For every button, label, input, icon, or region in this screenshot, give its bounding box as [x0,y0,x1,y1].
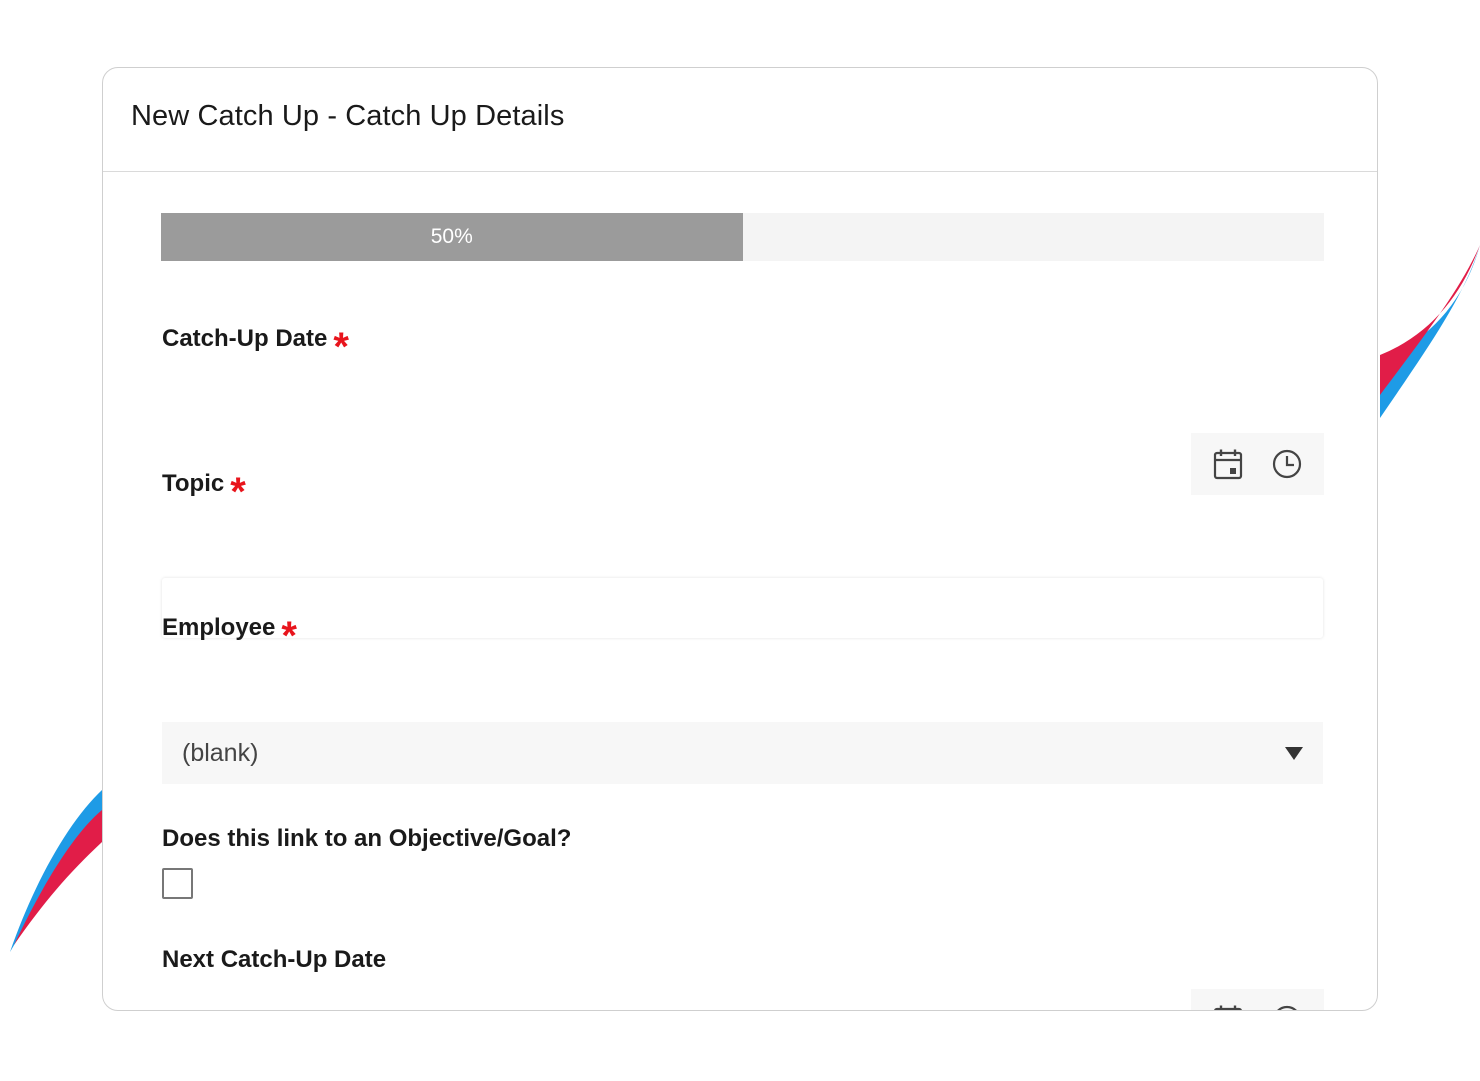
clock-icon[interactable] [1270,447,1304,481]
catchup-date-picker [1191,433,1324,495]
decorative-swoosh-left [10,790,102,952]
page-title: New Catch Up - Catch Up Details [131,100,565,132]
next-catchup-date-label: Next Catch-Up Date [162,946,386,974]
objective-link-label-text: Does this link to an Objective/Goal? [162,825,572,852]
card-header: New Catch Up - Catch Up Details [103,68,1377,172]
required-asterisk: * [230,470,246,514]
required-asterisk: * [281,614,297,658]
employee-label-text: Employee [162,614,276,641]
calendar-icon[interactable] [1211,447,1245,481]
next-catchup-date-picker [1191,989,1324,1010]
catchup-date-label: Catch-Up Date * [162,319,349,367]
employee-select[interactable]: (blank) [162,722,1323,784]
catch-up-form-card: New Catch Up - Catch Up Details 50% Catc… [102,67,1378,1011]
progress-bar-fill: 50% [161,213,743,261]
catchup-date-label-text: Catch-Up Date [162,325,328,352]
topic-label-text: Topic [162,470,225,497]
next-catchup-date-label-text: Next Catch-Up Date [162,946,387,973]
objective-link-checkbox[interactable] [162,868,193,899]
clock-icon[interactable] [1270,1003,1304,1010]
employee-label: Employee * [162,608,297,656]
caret-down-icon [1285,746,1303,760]
topic-label: Topic * [162,464,246,512]
progress-bar: 50% [161,213,1324,261]
decorative-swoosh-right [1380,245,1480,418]
calendar-icon[interactable] [1211,1003,1245,1010]
employee-select-value: (blank) [182,738,259,767]
topic-input[interactable] [162,578,1323,638]
required-asterisk: * [333,325,349,369]
objective-link-label: Does this link to an Objective/Goal? [162,825,571,853]
progress-label: 50% [430,225,473,248]
